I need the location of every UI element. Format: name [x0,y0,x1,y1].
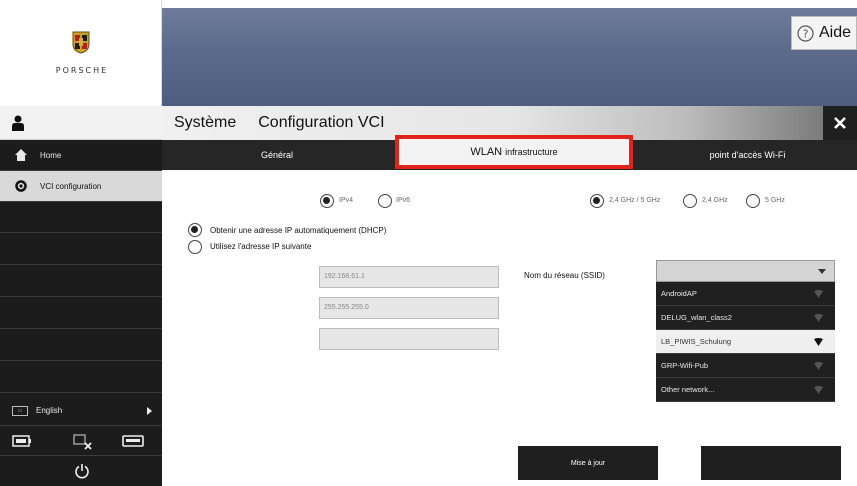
wifi-icon [814,290,823,298]
ssid-option[interactable]: DELUG_wlan_class2 [656,306,835,330]
sidebar-empty-row [0,266,162,297]
ssid-option-label: LB_PIWIS_Schulung [661,337,732,346]
ssid-option-label: Other network... [661,385,715,394]
radio-dhcp[interactable] [188,223,202,237]
battery-icon[interactable] [12,434,32,448]
secondary-button[interactable] [701,446,841,480]
sidebar-empty-row [0,362,162,393]
sidebar-empty-row [0,202,162,233]
ssid-option-label: GRP-Wifi-Pub [661,361,709,370]
band-5-label: 5 GHz [765,197,785,204]
ip-address-field[interactable]: 192.168.61.1 [319,266,499,288]
keyboard-icon: ▭ [12,405,28,416]
tab-bar: Général WLAN infrastructure point d'accè… [162,135,857,170]
dhcp-label: Obtenir une adresse IP automatiquement (… [210,226,387,235]
tab-general[interactable]: Général [162,140,392,170]
ssid-option[interactable]: GRP-Wifi-Pub [656,354,835,378]
help-button[interactable]: ? Aide [791,16,857,50]
user-button[interactable] [0,106,162,140]
radio-ipv4[interactable] [320,194,334,208]
wifi-icon [814,362,823,370]
ipv4-label: IPv4 [339,197,354,204]
radio-band-5[interactable] [746,194,760,208]
ssid-dropdown[interactable] [656,260,835,282]
radio-band-dual[interactable] [590,194,604,208]
close-button[interactable] [823,106,857,140]
breadcrumb-system: Système [174,114,237,131]
power-icon[interactable] [74,463,90,479]
sidebar-item-label: VCI configuration [40,181,102,191]
sidebar: Home VCI configuration ▭ English [0,106,162,486]
tab-access-point[interactable]: point d'accès Wi-Fi [638,140,857,170]
page-title: Configuration VCI [258,114,385,131]
ssid-option[interactable]: Other network... [656,378,835,402]
language-selector[interactable]: ▭ English [0,396,162,426]
tab-wlan-label: WLAN [470,146,503,158]
language-label: English [36,406,63,415]
subnet-mask-field[interactable]: 255.255.255.0 [319,297,499,319]
radio-static-ip[interactable] [188,240,202,254]
radio-band-24[interactable] [683,194,697,208]
sidebar-empty-row [0,234,162,265]
vci-device-icon[interactable] [122,434,144,448]
radio-ipv6[interactable] [378,194,392,208]
wifi-icon [814,386,823,394]
ssid-option-selected[interactable]: LB_PIWIS_Schulung [656,330,835,354]
home-icon [15,149,27,161]
user-icon [12,115,24,131]
header-banner: ? Aide [162,8,857,106]
wifi-icon [814,314,823,322]
ipv6-label: IPv6 [396,197,411,204]
main-panel: IPv4 IPv6 2,4 GHz / 5 GHz 2,4 GHz 5 GHz … [162,170,857,486]
ssid-option[interactable]: AndroidAP [656,282,835,306]
band-24-label: 2,4 GHz [702,197,728,204]
sidebar-empty-row [0,298,162,329]
tab-infrastructure-label: infrastructure [505,147,558,157]
gateway-field[interactable] [319,328,499,350]
logo-area: PORSCHE [0,0,162,106]
close-x-icon [834,117,846,129]
band-dual-label: 2,4 GHz / 5 GHz [609,197,661,204]
tab-general-label: Général [260,150,294,160]
ssid-options-list: AndroidAP DELUG_wlan_class2 LB_PIWIS_Sch… [656,282,835,402]
gear-icon [15,180,27,192]
tab-access-point-label: point d'accès Wi-Fi [709,150,786,160]
sidebar-item-label: Home [40,150,62,160]
help-label: Aide [818,24,852,41]
ssid-option-label: DELUG_wlan_class2 [661,313,732,322]
ssid-option-label: AndroidAP [661,289,697,298]
wifi-icon [814,338,823,346]
update-button-label: Mise à jour [570,459,606,467]
svg-text:?: ? [803,27,809,40]
tab-wlan-infrastructure[interactable]: WLAN infrastructure [395,135,633,169]
sidebar-empty-row [0,330,162,361]
ssid-label: Nom du réseau (SSID) [524,271,605,280]
brand-logo-text: PORSCHE [55,66,109,75]
chevron-down-icon [818,269,826,274]
sidebar-item-home[interactable]: Home [0,140,162,171]
sidebar-item-vci-configuration[interactable]: VCI configuration [0,171,162,202]
porsche-crest-icon [72,31,90,54]
no-connection-icon[interactable] [72,434,94,450]
power-area [0,456,162,486]
update-button[interactable]: Mise à jour [518,446,658,480]
chevron-right-icon [147,407,152,415]
status-icon-row [0,426,162,456]
static-ip-label: Utilisez l'adresse IP suivante [210,242,312,251]
question-circle-icon: ? [797,24,814,42]
